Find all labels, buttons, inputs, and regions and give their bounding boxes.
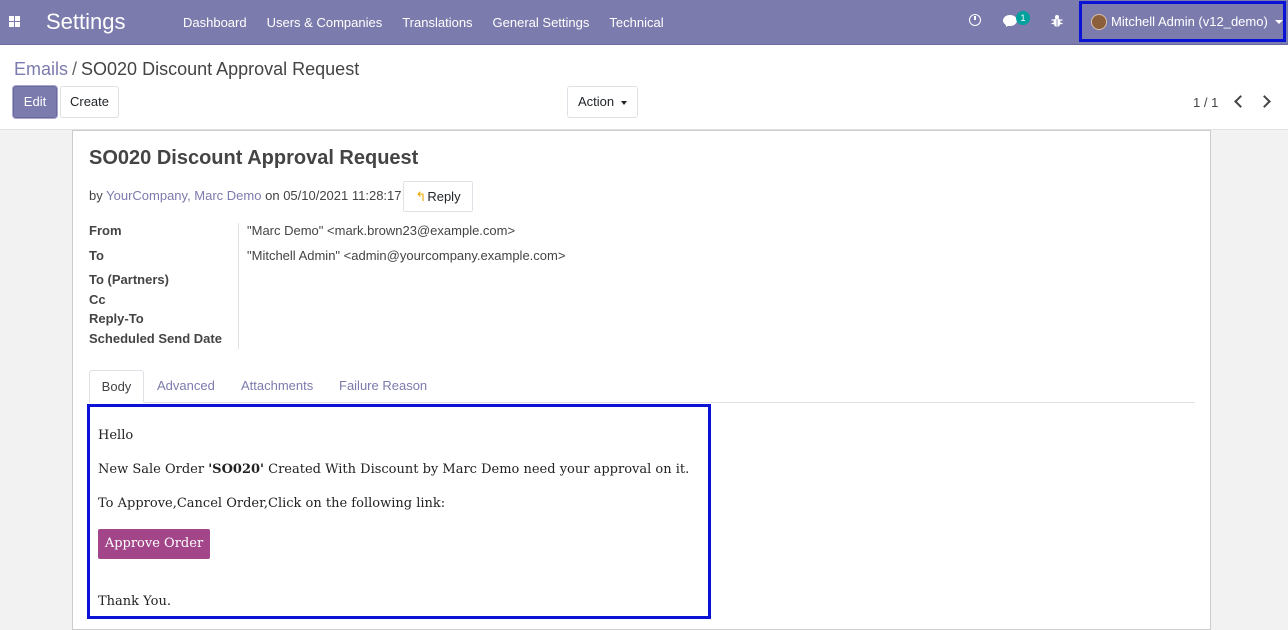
- tab-advanced[interactable]: Advanced: [157, 370, 215, 402]
- chevron-down-icon: [1275, 20, 1283, 24]
- body-line-suffix: Created With Discount by Marc Demo need …: [264, 462, 690, 477]
- breadcrumb-current: SO020 Discount Approval Request: [81, 59, 360, 79]
- app-title[interactable]: Settings: [46, 9, 126, 35]
- create-button[interactable]: Create: [60, 86, 119, 118]
- body-line-order: New Sale Order 'SO020' Created With Disc…: [98, 462, 689, 477]
- top-navbar: Settings Dashboard Users & Companies Tra…: [0, 0, 1288, 45]
- email-meta: by YourCompany, Marc Demo on 05/10/2021 …: [89, 188, 402, 203]
- chat-bubble-icon[interactable]: [1003, 15, 1017, 26]
- breadcrumb-separator: /: [72, 59, 78, 79]
- user-name: Mitchell Admin (v12_demo): [1111, 14, 1268, 29]
- apps-grid-icon[interactable]: [9, 16, 20, 27]
- email-date: 05/10/2021 11:28:17: [283, 188, 402, 203]
- body-closing: Thank You.: [98, 594, 171, 609]
- on-prefix: on: [265, 188, 280, 203]
- pager-value[interactable]: 1 / 1: [1193, 95, 1218, 110]
- author-link[interactable]: YourCompany, Marc Demo: [106, 188, 261, 203]
- debug-bug-icon[interactable]: [1051, 14, 1063, 28]
- reply-label: Reply: [427, 189, 461, 204]
- field-label-from: From: [89, 223, 122, 238]
- menu-item-dashboard[interactable]: Dashboard: [173, 0, 257, 45]
- reply-button[interactable]: ↰Reply: [403, 181, 473, 212]
- menu-item-translations[interactable]: Translations: [392, 0, 482, 45]
- body-greeting: Hello: [98, 428, 134, 443]
- reply-arrow-icon: ↰: [415, 189, 427, 204]
- menu-item-general-settings[interactable]: General Settings: [483, 0, 600, 45]
- field-label-scheduled-send-date: Scheduled Send Date: [89, 331, 222, 346]
- main-menu: Dashboard Users & Companies Translations…: [173, 0, 674, 45]
- by-prefix: by: [89, 188, 103, 203]
- next-record-icon[interactable]: [1258, 95, 1271, 108]
- user-avatar: [1091, 14, 1107, 30]
- menu-item-users-companies[interactable]: Users & Companies: [257, 0, 393, 45]
- email-form-sheet: SO020 Discount Approval Request by YourC…: [72, 130, 1211, 630]
- field-value-from: "Marc Demo" <mark.brown23@example.com>: [247, 223, 516, 238]
- approve-order-button[interactable]: Approve Order: [98, 529, 210, 559]
- action-label: Action: [578, 94, 615, 109]
- field-divider: [238, 223, 239, 349]
- email-subject: SO020 Discount Approval Request: [89, 147, 419, 169]
- tab-failure-reason[interactable]: Failure Reason: [339, 370, 427, 402]
- tab-body[interactable]: Body: [89, 370, 144, 403]
- user-menu[interactable]: Mitchell Admin (v12_demo): [1079, 1, 1286, 42]
- previous-record-icon[interactable]: [1234, 95, 1247, 108]
- body-order-reference: 'SO020': [208, 462, 265, 477]
- control-panel: Emails / SO020 Discount Approval Request E…: [0, 45, 1288, 130]
- caret-down-icon: [621, 101, 627, 105]
- tab-attachments[interactable]: Attachments: [241, 370, 313, 402]
- notebook-tabs: Body Advanced Attachments Failure Reason: [89, 370, 1195, 403]
- body-line-prefix: New Sale Order: [98, 462, 209, 477]
- field-label-cc: Cc: [89, 292, 106, 307]
- field-label-reply-to: Reply-To: [89, 311, 144, 326]
- action-dropdown-button[interactable]: Action: [567, 86, 638, 118]
- edit-button[interactable]: Edit: [13, 86, 57, 118]
- breadcrumb-parent-link[interactable]: Emails: [14, 59, 68, 79]
- menu-item-technical[interactable]: Technical: [599, 0, 673, 45]
- chat-count-badge: 1: [1016, 11, 1030, 25]
- field-value-to: "Mitchell Admin" <admin@yourcompany.exam…: [247, 248, 566, 263]
- activity-clock-icon[interactable]: [969, 14, 981, 26]
- field-label-to: To: [89, 248, 104, 263]
- email-body-content: Hello New Sale Order 'SO020' Created Wit…: [87, 404, 711, 619]
- body-line-instructions: To Approve,Cancel Order,Click on the fol…: [98, 496, 446, 511]
- field-label-to-partners: To (Partners): [89, 272, 169, 287]
- breadcrumb: Emails / SO020 Discount Approval Request: [14, 59, 359, 80]
